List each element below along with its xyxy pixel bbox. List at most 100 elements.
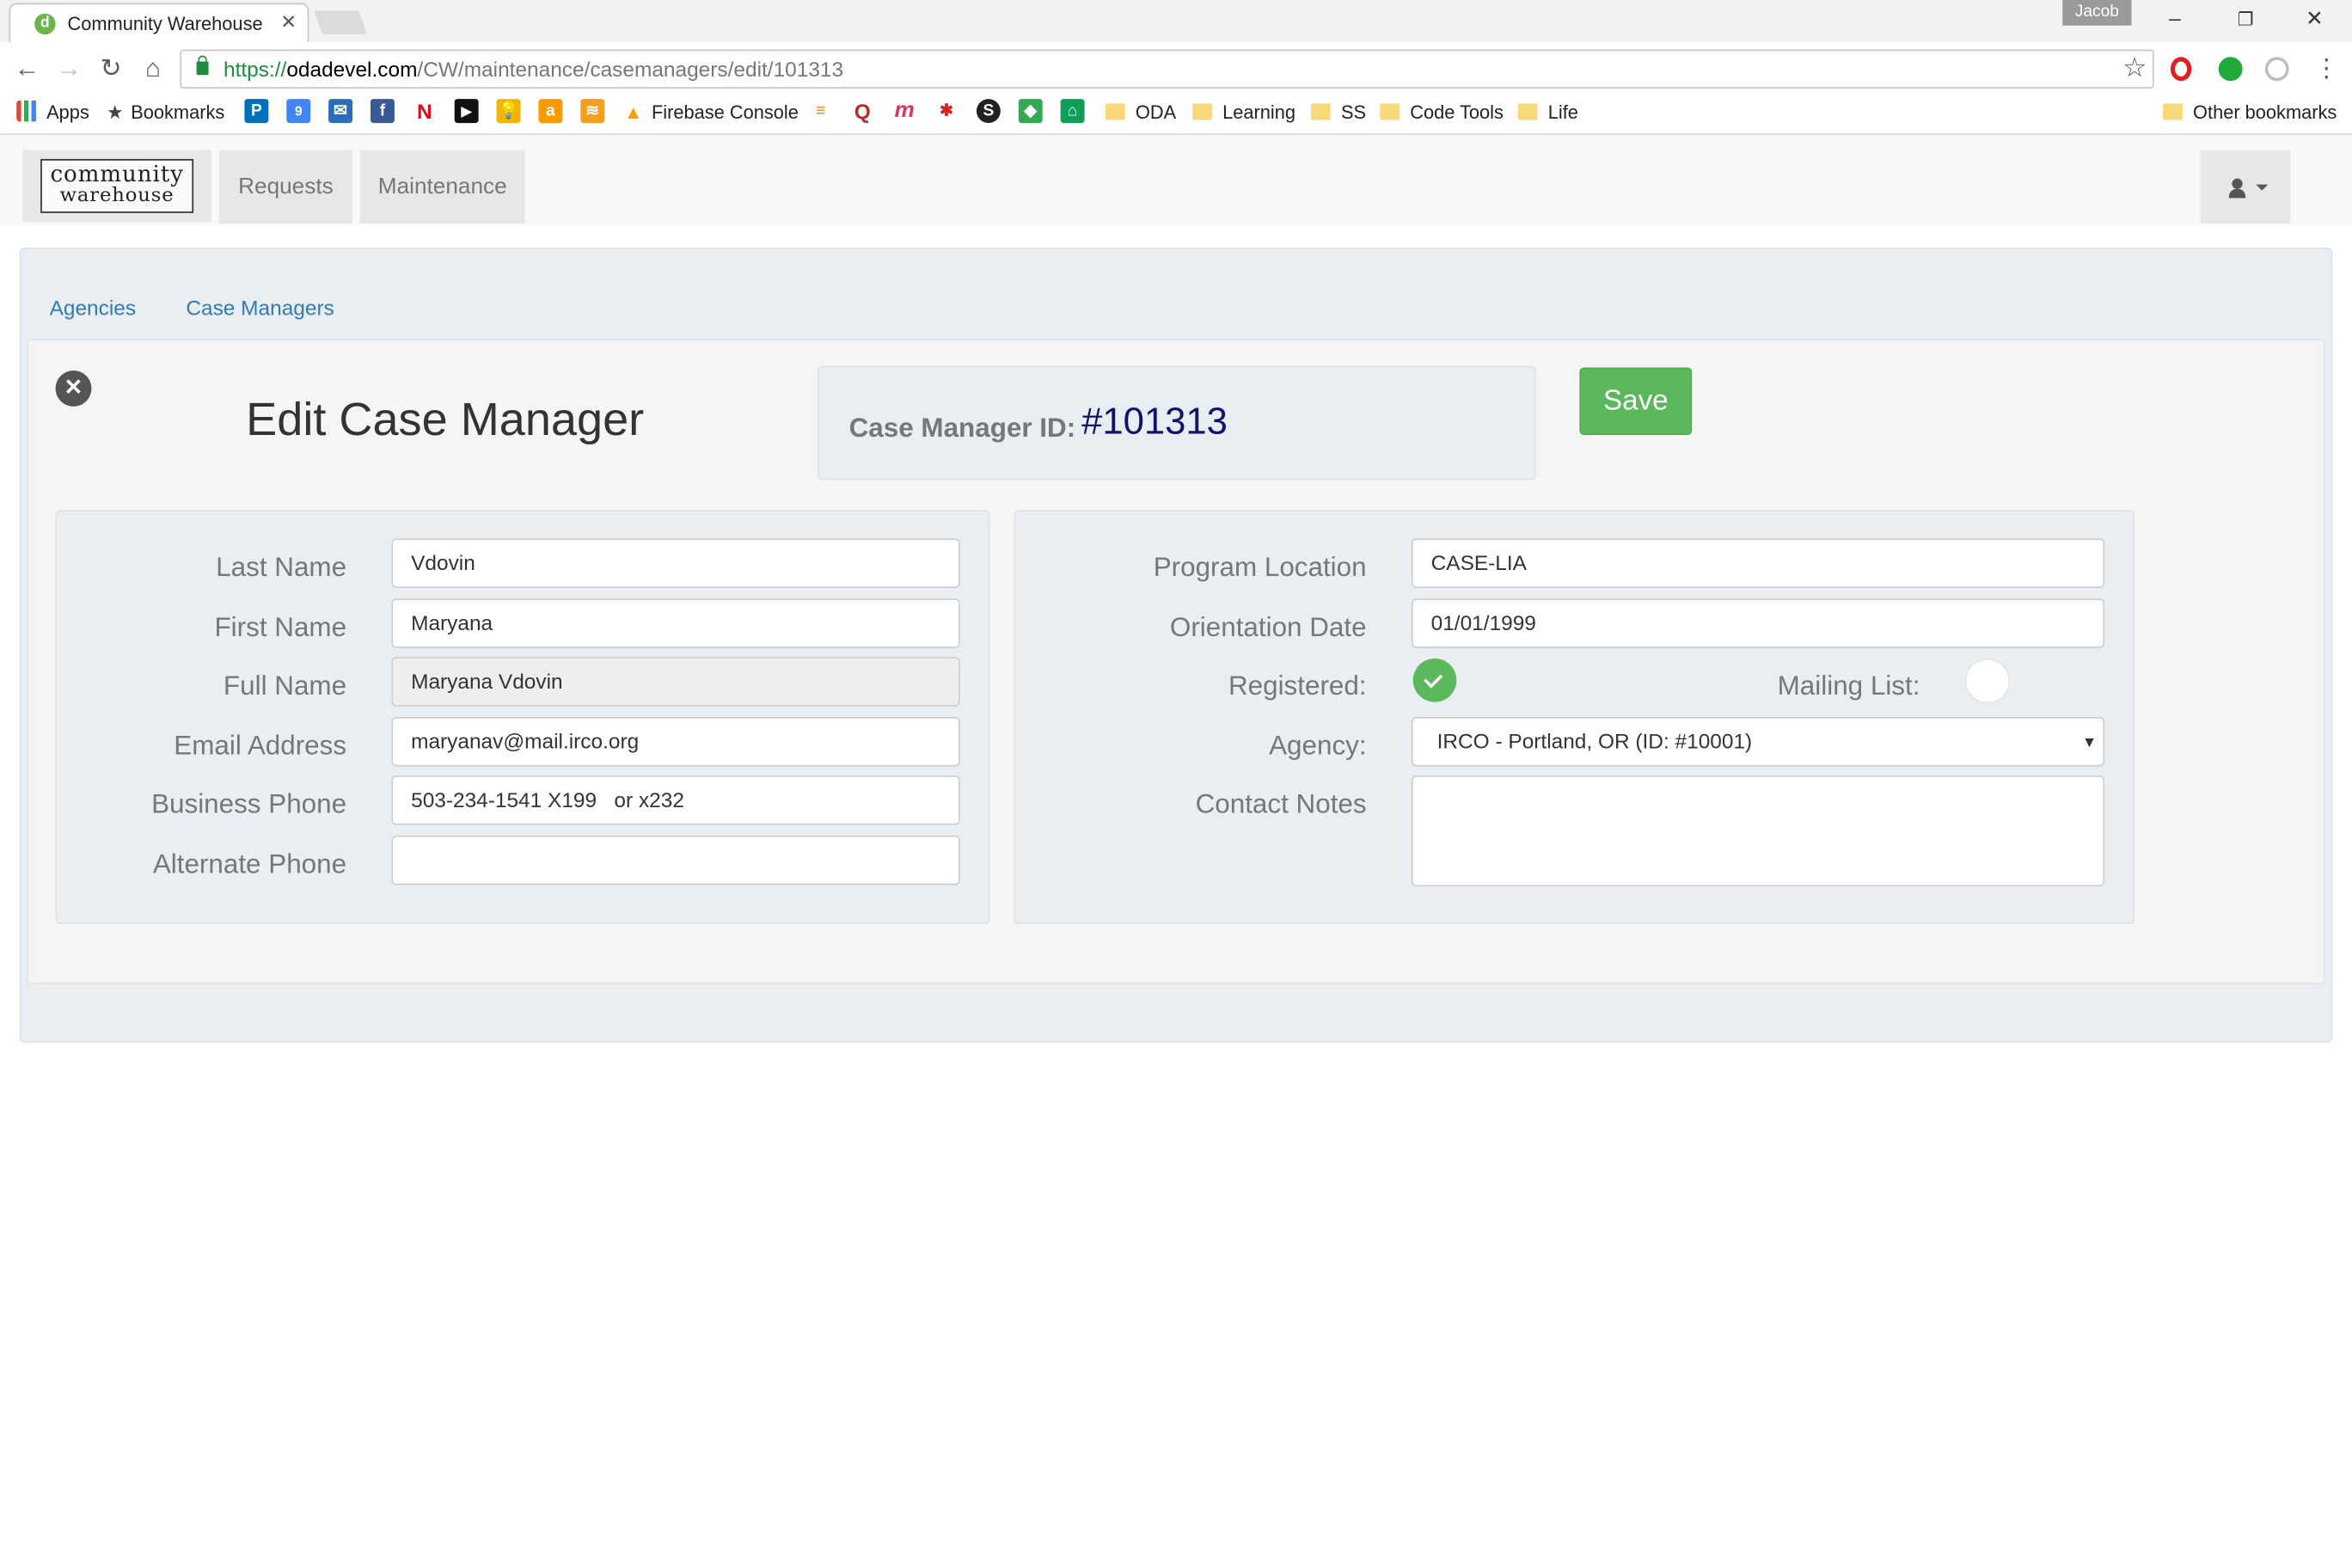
alternate-phone-label: Alternate Phone: [152, 848, 347, 879]
window-close-icon[interactable]: ✕: [2300, 6, 2330, 32]
logo-line-1: community: [50, 160, 184, 188]
netflix-icon[interactable]: N: [412, 99, 437, 124]
folder-icon: [2163, 103, 2183, 120]
close-icon[interactable]: ✕: [55, 370, 92, 407]
full-name-label: Full Name: [223, 670, 347, 701]
tab-close-icon[interactable]: ✕: [280, 11, 297, 33]
bookmark-oda[interactable]: ODA: [1105, 99, 1176, 126]
program-location-field[interactable]: CASE-LIA: [1411, 538, 2105, 589]
last-name-field[interactable]: Vdovin: [391, 538, 960, 589]
stack-icon[interactable]: ≋: [580, 99, 605, 124]
evernote-extension-icon[interactable]: [2218, 57, 2243, 82]
user-icon-body: [2228, 188, 2246, 199]
nav-maintenance[interactable]: Maintenance: [359, 150, 525, 224]
agency-label: Agency:: [1269, 730, 1367, 761]
contact-notes-textarea[interactable]: [1411, 775, 2105, 887]
logo-line-2: warehouse: [59, 184, 175, 207]
yelp-icon[interactable]: ✱: [934, 99, 959, 124]
user-menu-button[interactable]: [2200, 150, 2291, 224]
case-manager-id-box: Case Manager ID: #101313: [817, 365, 1536, 481]
mail-icon[interactable]: ✉: [328, 99, 353, 124]
m-icon[interactable]: m: [892, 98, 917, 124]
video-icon[interactable]: ▶: [454, 99, 479, 124]
business-phone-field[interactable]: 503-234-1541 X199 or x232: [391, 775, 960, 825]
apps-grid-icon: [16, 100, 38, 122]
firebase-icon: ▲: [623, 101, 643, 124]
amazon-icon[interactable]: a: [538, 99, 563, 124]
bookmark-bookmarks[interactable]: ★ Bookmarks: [107, 99, 224, 126]
stackoverflow-icon[interactable]: ≡: [808, 99, 833, 124]
browser-tab[interactable]: d Community Warehouse ✕: [9, 3, 309, 42]
calendar-icon[interactable]: 9: [286, 99, 311, 124]
full-name-field: Maryana Vdovin: [391, 657, 960, 707]
app-navbar: [0, 135, 2352, 225]
paypal-icon[interactable]: P: [244, 99, 269, 124]
maps-icon[interactable]: ◆: [1018, 99, 1043, 124]
first-name-label: First Name: [214, 611, 347, 642]
folder-icon: [1517, 103, 1538, 120]
case-manager-id-label: Case Manager ID:: [848, 412, 1076, 443]
bookmark-other[interactable]: Other bookmarks: [2163, 99, 2337, 126]
address-bar[interactable]: https://odadevel.com/CW/maintenance/case…: [180, 49, 2154, 89]
business-phone-label: Business Phone: [151, 788, 347, 819]
quora-icon[interactable]: Q: [850, 99, 875, 124]
email-label: Email Address: [174, 730, 347, 761]
bookmark-ss[interactable]: SS: [1311, 99, 1366, 126]
back-icon[interactable]: ←: [12, 54, 42, 84]
facebook-icon[interactable]: f: [370, 99, 395, 124]
bookmark-life[interactable]: Life: [1517, 99, 1578, 126]
restore-icon[interactable]: ❐: [2231, 9, 2261, 29]
bookmark-firebase[interactable]: ▲ Firebase Console: [624, 99, 799, 126]
opera-extension-icon[interactable]: [2170, 57, 2192, 82]
agency-select[interactable]: IRCO - Portland, OR (ID: #10001): [1411, 717, 2105, 767]
screen: d Community Warehouse ✕ Jacob – ❐ ✕ ← → …: [0, 0, 2352, 1568]
case-manager-id-value: #101313: [1081, 400, 1228, 443]
registered-toggle[interactable]: [1412, 658, 1457, 702]
url-text: https://odadevel.com/CW/maintenance/case…: [223, 57, 844, 82]
last-name-label: Last Name: [216, 552, 347, 583]
forward-icon[interactable]: →: [54, 54, 84, 84]
program-location-label: Program Location: [1153, 552, 1367, 583]
bookmark-code-tools[interactable]: Code Tools: [1380, 99, 1504, 126]
page-title: Edit Case Manager: [246, 393, 645, 446]
lock-icon: [196, 55, 209, 76]
s-icon[interactable]: S: [976, 99, 1001, 124]
subtab-agencies[interactable]: Agencies: [50, 296, 136, 320]
minimize-icon[interactable]: –: [2160, 6, 2190, 30]
registered-label: Registered:: [1228, 670, 1367, 701]
first-name-field[interactable]: Maryana: [391, 598, 960, 648]
mailing-list-toggle[interactable]: [1964, 658, 2011, 704]
brand-logo[interactable]: community warehouse: [22, 150, 212, 223]
star-icon: ★: [106, 101, 124, 124]
select-arrow-icon: ▼: [2081, 735, 2098, 752]
folder-icon: [1105, 103, 1125, 120]
bookmark-apps[interactable]: Apps: [16, 99, 89, 126]
logo-mark: community warehouse: [40, 158, 194, 213]
folder-icon: [1192, 103, 1212, 120]
keep-icon[interactable]: 💡: [496, 99, 521, 124]
contact-notes-label: Contact Notes: [1195, 788, 1367, 819]
save-button[interactable]: Save: [1579, 367, 1693, 436]
extension-icon[interactable]: [2264, 57, 2289, 82]
reload-icon[interactable]: ↻: [96, 54, 126, 84]
nav-requests[interactable]: Requests: [218, 150, 353, 224]
tab-title: Community Warehouse: [67, 13, 263, 35]
alternate-phone-field[interactable]: [391, 835, 960, 885]
home-icon[interactable]: ⌂: [138, 54, 168, 84]
classroom-icon[interactable]: ⌂: [1060, 99, 1085, 124]
orientation-date-field[interactable]: 01/01/1999: [1411, 598, 2105, 648]
bookmark-star-icon[interactable]: ☆: [2122, 52, 2147, 84]
folder-icon: [1311, 103, 1331, 120]
orientation-date-label: Orientation Date: [1169, 611, 1367, 642]
profile-button[interactable]: Jacob: [2062, 0, 2132, 26]
bookmark-learning[interactable]: Learning: [1192, 99, 1295, 126]
email-field[interactable]: maryanav@mail.irco.org: [391, 717, 960, 767]
new-tab-button[interactable]: [313, 10, 368, 35]
mailing-list-label: Mailing List:: [1777, 670, 1920, 701]
folder-icon: [1380, 103, 1400, 120]
user-icon: [2232, 178, 2243, 189]
caret-down-icon: [2256, 184, 2269, 191]
menu-kebab-icon[interactable]: ⋮: [2312, 54, 2342, 84]
subtab-case-managers[interactable]: Case Managers: [186, 296, 334, 320]
tab-favicon-icon: d: [34, 13, 56, 35]
